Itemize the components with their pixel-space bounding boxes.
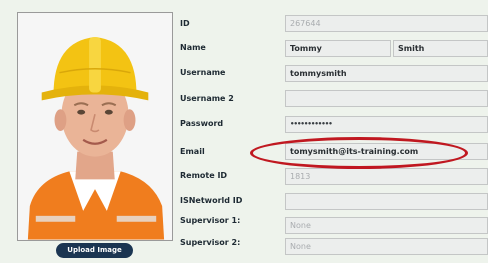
supervisor1-label: Supervisor 1: xyxy=(180,216,241,225)
supervisor2-label: Supervisor 2: xyxy=(180,238,241,247)
username-label: Username xyxy=(180,68,226,77)
username-field[interactable]: tommysmith xyxy=(285,65,488,82)
name-label: Name xyxy=(180,43,206,52)
isnetworld-id-field[interactable] xyxy=(285,193,488,210)
username2-label: Username 2 xyxy=(180,94,234,103)
email-field[interactable]: tomysmith@its-training.com xyxy=(285,143,488,160)
last-name-field[interactable]: Smith xyxy=(393,40,488,57)
username2-field[interactable] xyxy=(285,90,488,107)
first-name-field[interactable]: Tommy xyxy=(285,40,391,57)
remote-id-field: 1813 xyxy=(285,168,488,185)
password-field[interactable]: •••••••••••• xyxy=(285,116,488,133)
supervisor2-select[interactable]: None xyxy=(285,238,488,255)
password-label: Password xyxy=(180,119,224,128)
profile-photo xyxy=(17,12,173,241)
upload-image-button[interactable]: Upload Image xyxy=(56,243,133,258)
isnetworld-id-label: ISNetworld ID xyxy=(180,196,243,205)
id-field: 267644 xyxy=(285,15,488,32)
remote-id-label: Remote ID xyxy=(180,171,228,180)
worker-portrait xyxy=(18,13,172,240)
user-profile-form: Upload Image ID Name Username Username 2… xyxy=(0,0,488,263)
id-label: ID xyxy=(180,19,190,28)
email-label: Email xyxy=(180,147,205,156)
supervisor1-select[interactable]: None xyxy=(285,217,488,234)
